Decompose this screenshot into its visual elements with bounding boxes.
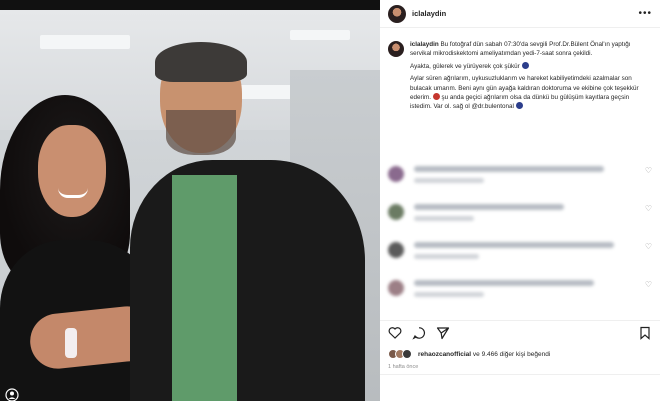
- red-emoji-icon: [432, 93, 440, 101]
- heart-icon[interactable]: ♡: [645, 166, 652, 175]
- screenshot-frame: iclalaydin ••• iclalaydin Bu fotoğraf dü…: [0, 0, 660, 401]
- woman-face: [38, 125, 106, 217]
- post-panel: iclalaydin ••• iclalaydin Bu fotoğraf dü…: [380, 0, 660, 401]
- comment-item[interactable]: ♡: [380, 274, 660, 312]
- caption-p1: Bu fotoğraf dün sabah 07:30'da sevgili P…: [410, 41, 631, 58]
- heart-icon[interactable]: [388, 326, 402, 340]
- caption-p2: Ayakta, gülerek ve yürüyerek çok şükür: [410, 62, 520, 70]
- comment-input-area[interactable]: [380, 374, 660, 401]
- comment-avatar[interactable]: [388, 280, 404, 296]
- bracelet: [65, 328, 77, 358]
- caption-text: iclalaydin Bu fotoğraf dün sabah 07:30'd…: [410, 40, 652, 115]
- ceiling-light: [290, 30, 350, 40]
- heart-icon[interactable]: ♡: [645, 204, 652, 213]
- comment-avatar[interactable]: [388, 204, 404, 220]
- caption-avatar[interactable]: [388, 41, 404, 57]
- heart-icon[interactable]: ♡: [645, 242, 652, 251]
- caption-area: iclalaydin Bu fotoğraf dün sabah 07:30'd…: [380, 32, 660, 150]
- man-hair: [155, 42, 247, 82]
- ceiling-light: [40, 35, 130, 49]
- man-jacket: [130, 160, 365, 401]
- man-scrubs: [172, 175, 237, 401]
- bookmark-icon[interactable]: [638, 326, 652, 340]
- post-time: 1 hafta önce: [388, 364, 419, 370]
- post-actions: [380, 320, 660, 344]
- comments-list: ♡ ♡ ♡ ♡: [380, 160, 660, 312]
- comment-item[interactable]: ♡: [380, 198, 660, 236]
- man-beard: [166, 110, 236, 155]
- smile-emoji-icon: [515, 102, 523, 110]
- header-username[interactable]: iclalaydin: [412, 9, 446, 18]
- likes-rest[interactable]: ve 9.466 diğer kişi beğendi: [473, 351, 550, 358]
- smile-emoji-icon: [521, 61, 529, 69]
- caption-username[interactable]: iclalaydin: [410, 41, 439, 48]
- first-liker[interactable]: rehaozcanofficial: [418, 351, 471, 358]
- post-header: iclalaydin •••: [380, 0, 660, 28]
- send-icon[interactable]: [436, 326, 450, 340]
- avatar[interactable]: [388, 4, 406, 23]
- user-tag-icon[interactable]: [5, 388, 19, 401]
- comment-icon[interactable]: [412, 326, 426, 340]
- liker-avatars: [388, 349, 412, 359]
- likes-row[interactable]: rehaozcanofficial ve 9.466 diğer kişi be…: [380, 346, 660, 362]
- comment-avatar[interactable]: [388, 166, 404, 182]
- heart-icon[interactable]: ♡: [645, 280, 652, 289]
- post-photo[interactable]: [0, 10, 380, 401]
- comment-item[interactable]: ♡: [380, 160, 660, 198]
- more-horizontal-icon[interactable]: •••: [638, 8, 652, 19]
- top-bar: [0, 0, 380, 10]
- comment-avatar[interactable]: [388, 242, 404, 258]
- comment-item[interactable]: ♡: [380, 236, 660, 274]
